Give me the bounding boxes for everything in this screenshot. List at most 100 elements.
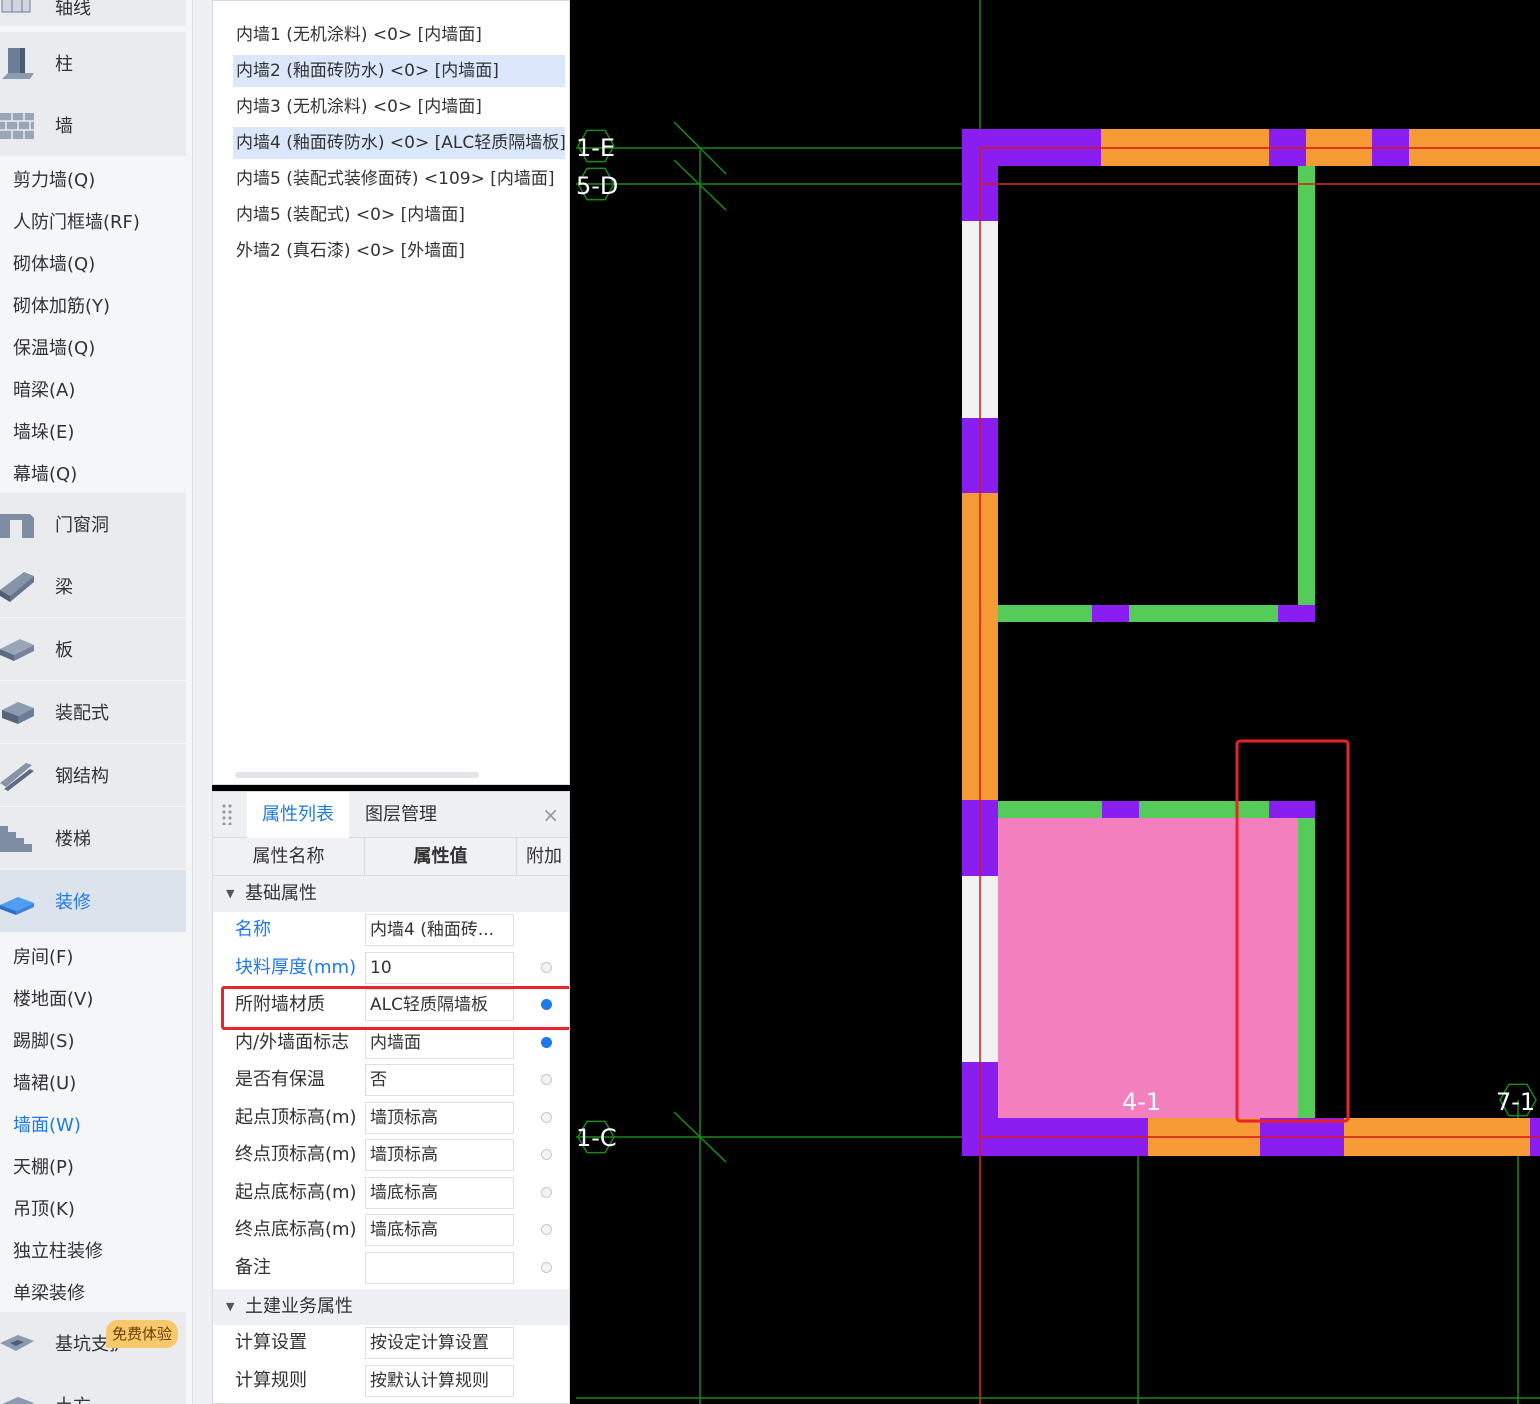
sidebar-item-dado[interactable]: 墙裙(U) xyxy=(13,1069,76,1095)
property-value-field[interactable]: 墙底标高 xyxy=(365,1214,514,1246)
property-value-field[interactable]: 墙顶标高 xyxy=(365,1101,514,1134)
property-name: 终点底标高(m) xyxy=(235,1219,357,1240)
list-item[interactable]: 内墙1 (无机涂料) <0> [内墙面] xyxy=(233,19,565,51)
sidebar-item-curtain-wall[interactable]: 幕墙(Q) xyxy=(13,460,77,486)
property-value-field[interactable]: 10 xyxy=(365,951,514,984)
properties-tab-bar: 属性列表 图层管理 × xyxy=(213,792,569,838)
sidebar-category-label: 土方 xyxy=(55,1392,91,1404)
sidebar-category-wall[interactable]: 墙 xyxy=(0,94,186,156)
sidebar-category-column[interactable]: 柱 xyxy=(0,32,186,94)
sidebar-category-slab[interactable]: 板 xyxy=(0,618,186,680)
sidebar-category-label: 墙 xyxy=(55,116,73,137)
sidebar-category-label: 轴线 xyxy=(55,0,91,19)
property-value-field[interactable]: 墙底标高 xyxy=(365,1176,514,1209)
sidebar-item-floor[interactable]: 楼地面(V) xyxy=(13,985,93,1011)
canvas-background xyxy=(576,0,1540,1404)
sidebar-category-label: 门窗洞 xyxy=(55,515,109,536)
earthwork-icon xyxy=(2,1397,34,1404)
axis-label-7-1: 7-1 xyxy=(1496,1088,1536,1116)
drag-handle-icon[interactable] xyxy=(221,803,233,825)
sidebar-item-skirting[interactable]: 踢脚(S) xyxy=(13,1027,74,1053)
list-item[interactable]: 内墙5 (装配式装修面砖) <109> [内墙面] xyxy=(233,163,565,195)
property-name: 备注 xyxy=(235,1256,271,1278)
sidebar-item-civil-defense-wall[interactable]: 人防门框墙(RF) xyxy=(13,208,140,234)
wall-segment-green xyxy=(1298,818,1315,1118)
group-title: 土建业务属性 xyxy=(245,1296,353,1317)
property-value-field[interactable] xyxy=(365,1251,514,1284)
tab-layer-management[interactable]: 图层管理 xyxy=(353,792,449,838)
property-value-field[interactable]: 墙顶标高 xyxy=(365,1139,514,1171)
sidebar-item-hidden-beam[interactable]: 暗梁(A) xyxy=(13,376,75,402)
wall-segment-green xyxy=(998,605,1315,622)
property-name: 终点顶标高(m) xyxy=(235,1144,357,1165)
extra-flag-radio[interactable] xyxy=(541,1111,552,1123)
brick-wall-icon xyxy=(0,113,34,139)
sidebar-category-label: 装配式 xyxy=(55,703,109,724)
extra-flag-radio[interactable] xyxy=(541,1074,552,1085)
sidebar-category-label: 梁 xyxy=(55,577,73,598)
drawing-canvas[interactable]: 1-E 5-D 1-C 4-1 7-1 xyxy=(576,0,1540,1404)
sidebar-scrollbar[interactable] xyxy=(192,0,212,1404)
sidebar-item-ceiling[interactable]: 天棚(P) xyxy=(13,1153,74,1179)
close-icon[interactable]: × xyxy=(542,792,559,838)
sidebar-item-suspended-ceiling[interactable]: 吊顶(K) xyxy=(13,1195,75,1221)
group-civil-properties[interactable]: ▼ 土建业务属性 xyxy=(213,1289,569,1325)
sidebar-item-masonry-reinforcement[interactable]: 砌体加筋(Y) xyxy=(13,292,110,318)
wall-segment-purple xyxy=(1278,605,1315,622)
sidebar-item-room[interactable]: 房间(F) xyxy=(13,943,73,969)
component-sidebar: 轴线 柱 墙 剪力墙(Q) 人防门框墙(RF) 砌体墙(Q) 砌体加筋(Y) 保… xyxy=(0,0,192,1404)
extra-flag-radio[interactable] xyxy=(541,1224,552,1235)
sidebar-item-pilaster[interactable]: 墙垛(E) xyxy=(13,418,74,444)
list-item[interactable]: 内墙2 (釉面砖防水) <0> [内墙面] xyxy=(233,55,565,87)
extra-flag-radio[interactable] xyxy=(541,1261,552,1273)
sidebar-item-shear-wall[interactable]: 剪力墙(Q) xyxy=(13,166,95,192)
list-item[interactable]: 内墙3 (无机涂料) <0> [内墙面] xyxy=(233,91,565,123)
sidebar-item-column-finish[interactable]: 独立柱装修 xyxy=(13,1237,103,1263)
property-value-field[interactable]: 内墙面 xyxy=(365,1026,514,1059)
free-trial-badge[interactable]: 免费体验 xyxy=(106,1320,179,1348)
sidebar-item-wall-surface[interactable]: 墙面(W) xyxy=(13,1111,81,1137)
sidebar-category-stairs[interactable]: 楼梯 xyxy=(0,807,186,869)
tab-property-list[interactable]: 属性列表 xyxy=(247,792,349,838)
sidebar-category-prefab[interactable]: 装配式 xyxy=(0,681,186,743)
group-basic-properties[interactable]: ▼ 基础属性 xyxy=(213,876,569,912)
sidebar-item-insulation-wall[interactable]: 保温墙(Q) xyxy=(13,334,95,360)
stairs-icon xyxy=(0,826,32,852)
property-name: 块料厚度(mm) xyxy=(235,956,357,978)
column-header-value: 属性值 xyxy=(365,838,517,876)
extra-flag-radio[interactable] xyxy=(541,1149,552,1160)
sidebar-item-masonry-wall[interactable]: 砌体墙(Q) xyxy=(13,250,95,276)
extra-flag-radio[interactable] xyxy=(541,961,552,973)
property-value-field[interactable]: 否 xyxy=(365,1064,514,1096)
extra-flag-radio[interactable] xyxy=(541,1036,552,1048)
sidebar-category-axis[interactable]: 轴线 xyxy=(0,0,186,26)
sidebar-category-foundation-pit[interactable]: 基坑支护 免费体验 xyxy=(0,1312,186,1374)
sidebar-category-decoration[interactable]: 装修 xyxy=(0,870,186,932)
floor-plan-drawing[interactable] xyxy=(576,0,1540,1404)
collapse-triangle-icon[interactable]: ▼ xyxy=(226,876,234,912)
property-value-field[interactable]: 按默认计算规则 xyxy=(365,1364,514,1397)
list-item[interactable]: 外墙2 (真石漆) <0> [外墙面] xyxy=(233,235,565,267)
list-horizontal-scrollbar[interactable] xyxy=(235,772,479,778)
extra-flag-radio[interactable] xyxy=(541,1186,552,1198)
component-list-panel: 内墙1 (无机涂料) <0> [内墙面] 内墙2 (釉面砖防水) <0> [内墙… xyxy=(212,0,570,785)
beam-icon xyxy=(0,572,34,602)
sidebar-category-earthwork[interactable]: 土方 xyxy=(0,1374,186,1404)
property-value-field[interactable]: 内墙4 (釉面砖... xyxy=(365,914,514,946)
highlight-box-wall-material xyxy=(221,986,569,1030)
list-item[interactable]: 内墙4 (釉面砖防水) <0> [ALC轻质隔墙板] xyxy=(233,127,565,159)
sidebar-category-label: 柱 xyxy=(55,54,73,75)
property-value-field[interactable]: 按设定计算设置 xyxy=(365,1327,514,1359)
list-item[interactable]: 内墙5 (装配式) <0> [内墙面] xyxy=(233,199,565,231)
wall-segment-green xyxy=(998,801,1315,818)
collapse-triangle-icon[interactable]: ▼ xyxy=(226,1289,234,1325)
column-header-name: 属性名称 xyxy=(213,838,365,876)
sidebar-item-beam-finish[interactable]: 单梁装修 xyxy=(13,1279,85,1305)
sidebar-category-door-window[interactable]: 门窗洞 xyxy=(0,493,186,555)
axis-label-1C: 1-C xyxy=(576,1124,617,1152)
wall-segment-green xyxy=(1298,166,1315,622)
property-name: 起点顶标高(m) xyxy=(235,1106,357,1128)
sidebar-category-steel[interactable]: 钢结构 xyxy=(0,744,186,806)
sidebar-category-beam[interactable]: 梁 xyxy=(0,555,186,617)
decoration-icon xyxy=(0,897,34,915)
